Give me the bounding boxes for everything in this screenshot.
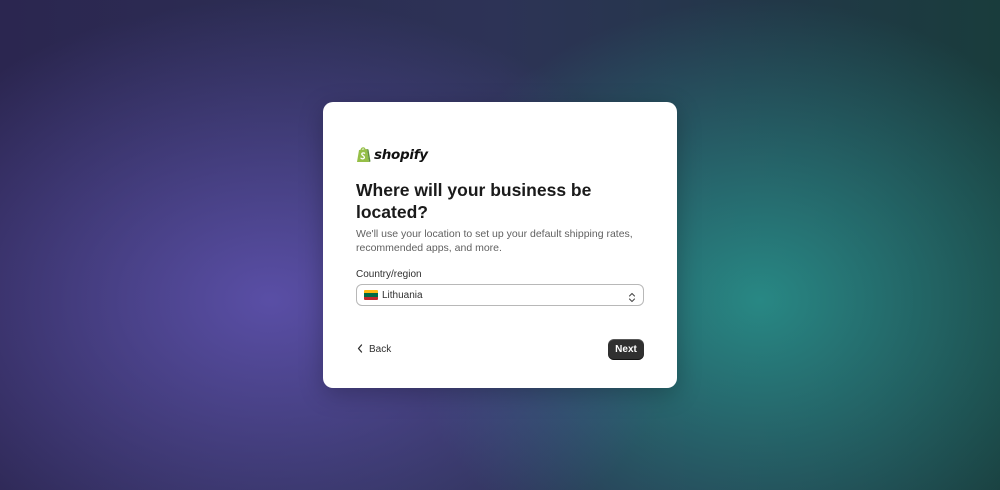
shopify-logo: shopify [356,146,428,163]
chevron-up-down-icon [628,290,636,308]
page-title: Where will your business be located? [356,180,592,222]
country-region-label: Country/region [356,269,422,280]
country-region-value: Lithuania [382,289,423,301]
shopify-bag-icon [356,146,371,163]
back-button[interactable]: Back [357,340,391,358]
onboarding-card: shopify Where will your business be loca… [323,102,677,388]
page-subtitle: We'll use your location to set up your d… [356,228,633,254]
chevron-left-icon [357,340,363,358]
country-region-select[interactable]: Lithuania [356,284,644,306]
back-button-label: Back [369,343,392,355]
flag-stripe [364,296,378,300]
next-button[interactable]: Next [608,339,644,360]
lithuania-flag-icon [364,290,378,300]
shopify-wordmark: shopify [374,146,428,163]
